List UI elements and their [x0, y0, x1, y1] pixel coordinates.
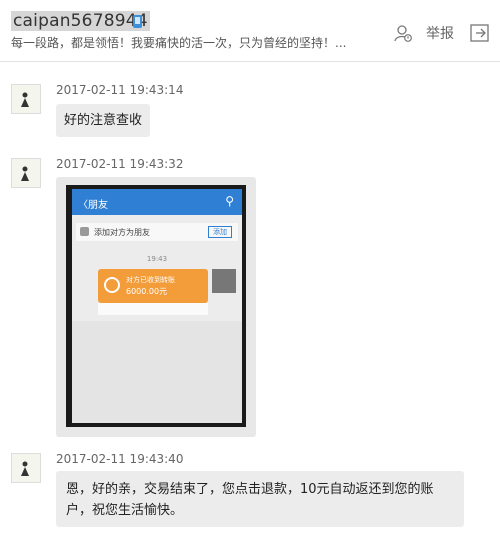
phone-icon [133, 15, 142, 28]
report-button[interactable]: 举报 [394, 22, 454, 44]
transfer-icon [104, 277, 120, 293]
avatar[interactable] [11, 84, 41, 114]
avatar-figure-icon [21, 461, 29, 476]
phone-add-button: 添加 [208, 226, 232, 238]
phone-blank-area [72, 321, 242, 423]
message-timestamp: 2017-02-11 19:43:40 [56, 452, 184, 466]
avatar-figure-icon [21, 166, 29, 181]
exit-icon[interactable] [470, 24, 489, 42]
avatar[interactable] [11, 453, 41, 483]
report-user-icon [394, 24, 412, 42]
transfer-title: 对方已收到转账 [126, 276, 175, 284]
username[interactable]: caipan5678944 [11, 11, 150, 31]
report-label: 举报 [426, 26, 454, 42]
phone-add-text: 添加对方为朋友 [94, 228, 150, 237]
message-bubble: 好的注意查收 [56, 104, 151, 137]
phone-transfer-card: 对方已收到转账 6000.00元 [98, 269, 208, 303]
avatar-figure-icon [21, 92, 29, 107]
phone-back-label: 〈朋友 [78, 200, 108, 211]
user-signature: 每一段路，都是领悟！我要痛快的活一次，只为曾经的坚持！... [11, 36, 347, 50]
phone-chat-time: 19:43 [146, 255, 168, 263]
message-timestamp: 2017-02-11 19:43:32 [56, 157, 184, 171]
phone-add-friend-row: 添加对方为朋友 添加 [76, 223, 238, 241]
person-icon [80, 227, 89, 236]
phone-nav-bar: 〈朋友 ⚲ [72, 189, 242, 215]
avatar[interactable] [11, 158, 41, 188]
transfer-footer [98, 303, 208, 315]
phone-screen: 〈朋友 ⚲ 添加对方为朋友 添加 19:43 对方已收到转账 6000.00元 [72, 189, 242, 423]
phone-user-icon: ⚲ [225, 194, 234, 208]
chat-header: caipan5678944 每一段路，都是领悟！我要痛快的活一次，只为曾经的坚持… [0, 0, 500, 62]
transfer-amount: 6000.00元 [126, 287, 168, 296]
phone-avatar-thumb [212, 269, 236, 293]
image-message[interactable]: 〈朋友 ⚲ 添加对方为朋友 添加 19:43 对方已收到转账 6000.00元 [56, 177, 256, 437]
phone-photo: 〈朋友 ⚲ 添加对方为朋友 添加 19:43 对方已收到转账 6000.00元 [66, 185, 246, 427]
message-timestamp: 2017-02-11 19:43:14 [56, 83, 184, 97]
message-bubble: 恩，好的亲，交易结束了，您点击退款，10元自动返还到您的账户，祝您生活愉快。 [56, 471, 464, 527]
